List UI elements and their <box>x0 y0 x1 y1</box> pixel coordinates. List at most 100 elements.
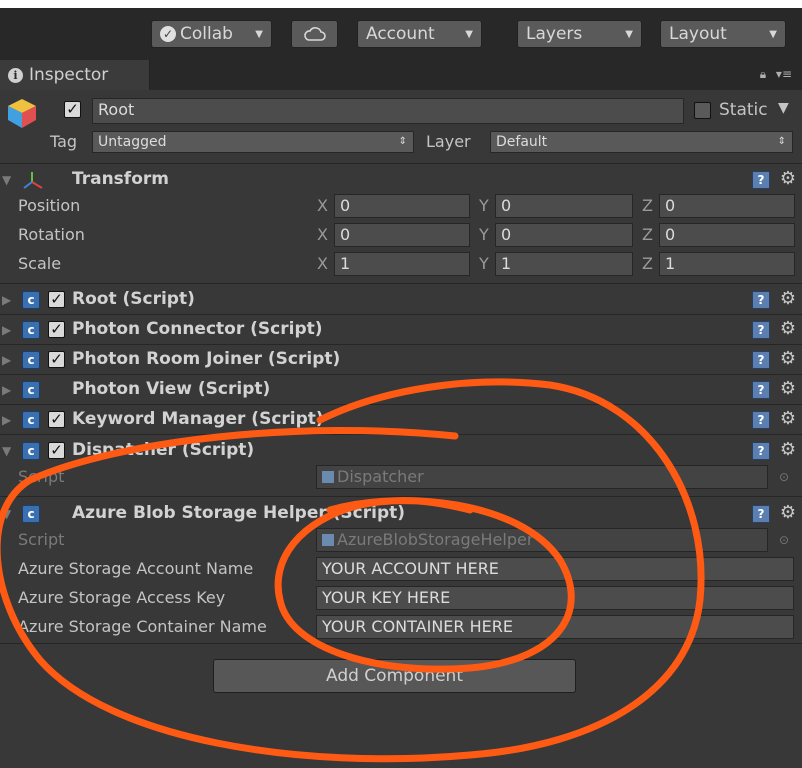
foldout-collapsed-icon[interactable]: ▶ <box>2 293 11 307</box>
component-title: Root (Script) <box>72 289 195 309</box>
axis-z-label: Z <box>642 196 653 215</box>
transform-row-label: Scale <box>18 254 62 273</box>
foldout-collapsed-icon[interactable]: ▶ <box>2 413 11 427</box>
gear-icon[interactable]: ⚙ <box>780 502 796 523</box>
axis-x-label: X <box>317 196 328 215</box>
transform-y-input[interactable]: 0 <box>495 194 633 218</box>
component-enabled-checkbox[interactable]: ✓ <box>48 411 65 428</box>
cloud-button[interactable] <box>291 20 338 48</box>
help-book-icon[interactable]: ? <box>752 321 770 339</box>
csharp-script-icon: c <box>22 321 40 339</box>
foldout-collapsed-icon[interactable]: ▶ <box>2 323 11 337</box>
azure-account-input[interactable]: YOUR ACCOUNT HERE <box>316 557 794 581</box>
foldout-expanded-icon[interactable]: ▼ <box>2 444 11 458</box>
help-book-icon[interactable]: ? <box>752 411 770 429</box>
foldout-expanded-icon[interactable]: ▼ <box>2 173 11 187</box>
csharp-script-icon: c <box>22 505 40 523</box>
gear-icon[interactable]: ⚙ <box>780 378 796 399</box>
azure-key-input[interactable]: YOUR KEY HERE <box>316 586 794 610</box>
transform-z-input[interactable]: 1 <box>659 252 795 276</box>
collab-button[interactable]: ✓ Collab ▼ <box>151 20 272 48</box>
component-header[interactable]: ▶ c Photon View (Script) ? ⚙ <box>0 375 802 405</box>
static-checkbox[interactable] <box>694 102 711 119</box>
component-header[interactable]: ▼ c ✓ Dispatcher (Script) ? ⚙ <box>0 436 802 466</box>
dropdown-caret-icon: ▼ <box>465 28 473 40</box>
transform-z-input[interactable]: 0 <box>659 194 795 218</box>
gear-icon[interactable]: ⚙ <box>780 168 796 189</box>
layers-dropdown[interactable]: Layers ▼ <box>517 20 642 48</box>
transform-x-input[interactable]: 1 <box>334 252 470 276</box>
component-header[interactable]: ▶ c ✓ Root (Script) ? ⚙ <box>0 285 802 315</box>
layer-dropdown[interactable]: Default ⇕ <box>490 131 793 153</box>
transform-y-input[interactable]: 1 <box>495 252 633 276</box>
dropdown-caret-icon: ▼ <box>625 28 633 40</box>
tab-inspector-label: Inspector <box>29 65 109 85</box>
help-book-icon[interactable]: ? <box>752 505 770 523</box>
azure-account-label: Azure Storage Account Name <box>18 559 254 578</box>
transform-title: Transform <box>72 169 169 189</box>
component-enabled-checkbox[interactable]: ✓ <box>48 351 65 368</box>
component-enabled-checkbox[interactable]: ✓ <box>48 291 65 308</box>
axis-x-label: X <box>317 225 328 244</box>
account-label: Account <box>366 24 435 44</box>
script-asset-icon <box>322 534 334 546</box>
layout-dropdown[interactable]: Layout ▼ <box>660 20 786 48</box>
help-book-icon[interactable]: ? <box>752 291 770 309</box>
help-book-icon[interactable]: ? <box>752 381 770 399</box>
axis-y-label: Y <box>479 254 489 273</box>
active-checkbox[interactable]: ✓ <box>64 101 81 118</box>
divider <box>0 643 802 644</box>
foldout-collapsed-icon[interactable]: ▶ <box>2 383 11 397</box>
help-book-icon[interactable]: ? <box>752 171 770 189</box>
foldout-expanded-icon[interactable]: ▼ <box>2 507 11 521</box>
gear-icon[interactable]: ⚙ <box>780 318 796 339</box>
component-header[interactable]: ▶ c ✓ Photon Connector (Script) ? ⚙ <box>0 315 802 345</box>
tag-dropdown[interactable]: Untagged ⇕ <box>92 131 414 153</box>
component-header[interactable]: ▶ c ✓ Photon Room Joiner (Script) ? ⚙ <box>0 345 802 375</box>
axis-x-label: X <box>317 254 328 273</box>
object-picker-icon[interactable]: ⊙ <box>779 533 789 547</box>
static-label: Static <box>719 100 768 120</box>
static-dropdown-icon[interactable]: ▼ <box>778 100 789 116</box>
azure-container-input[interactable]: YOUR CONTAINER HERE <box>316 615 794 639</box>
foldout-collapsed-icon[interactable]: ▶ <box>2 353 11 367</box>
gear-icon[interactable]: ⚙ <box>780 288 796 309</box>
gear-icon[interactable]: ⚙ <box>780 408 796 429</box>
transform-x-input[interactable]: 0 <box>334 223 470 247</box>
azure-container-label: Azure Storage Container Name <box>18 617 267 636</box>
gear-icon[interactable]: ⚙ <box>780 439 796 460</box>
object-picker-icon[interactable]: ⊙ <box>779 470 789 484</box>
csharp-script-icon: c <box>22 291 40 309</box>
gameobject-cube-icon <box>8 99 36 128</box>
component-header[interactable]: ▶ c ✓ Keyword Manager (Script) ? ⚙ <box>0 405 802 435</box>
lock-menu[interactable]: 🔒︎ ▾≡ <box>760 67 792 82</box>
help-book-icon[interactable]: ? <box>752 442 770 460</box>
tab-inspector[interactable]: i Inspector <box>0 60 150 90</box>
transform-axes-icon <box>23 172 43 189</box>
account-dropdown[interactable]: Account ▼ <box>357 20 482 48</box>
updown-icon: ⇕ <box>777 136 786 147</box>
component-header[interactable]: ▼ c Azure Blob Storage Helper (Script) ?… <box>0 499 802 529</box>
transform-row-label: Position <box>18 196 81 215</box>
component-enabled-checkbox[interactable]: ✓ <box>48 321 65 338</box>
cloud-icon <box>303 27 326 41</box>
gear-icon[interactable]: ⚙ <box>780 348 796 369</box>
component-enabled-checkbox[interactable]: ✓ <box>48 442 65 459</box>
divider <box>0 434 802 435</box>
transform-y-input[interactable]: 0 <box>495 223 633 247</box>
info-icon: i <box>8 67 23 83</box>
transform-x-input[interactable]: 0 <box>334 194 470 218</box>
lock-icon: 🔒︎ <box>759 67 767 81</box>
axis-y-label: Y <box>479 225 489 244</box>
azure-script-label: Script <box>18 530 65 549</box>
object-name-input[interactable]: Root <box>92 98 684 124</box>
transform-header[interactable]: ▼ Transform ? ⚙ <box>0 165 802 195</box>
azure-script-value: AzureBlobStorageHelper <box>337 530 534 549</box>
help-book-icon[interactable]: ? <box>752 351 770 369</box>
component-title: Photon View (Script) <box>72 379 271 399</box>
collab-label: Collab <box>180 24 233 44</box>
axis-z-label: Z <box>642 225 653 244</box>
add-component-button[interactable]: Add Component <box>213 659 576 693</box>
transform-z-input[interactable]: 0 <box>659 223 795 247</box>
checkmark-circle-icon: ✓ <box>160 26 176 42</box>
